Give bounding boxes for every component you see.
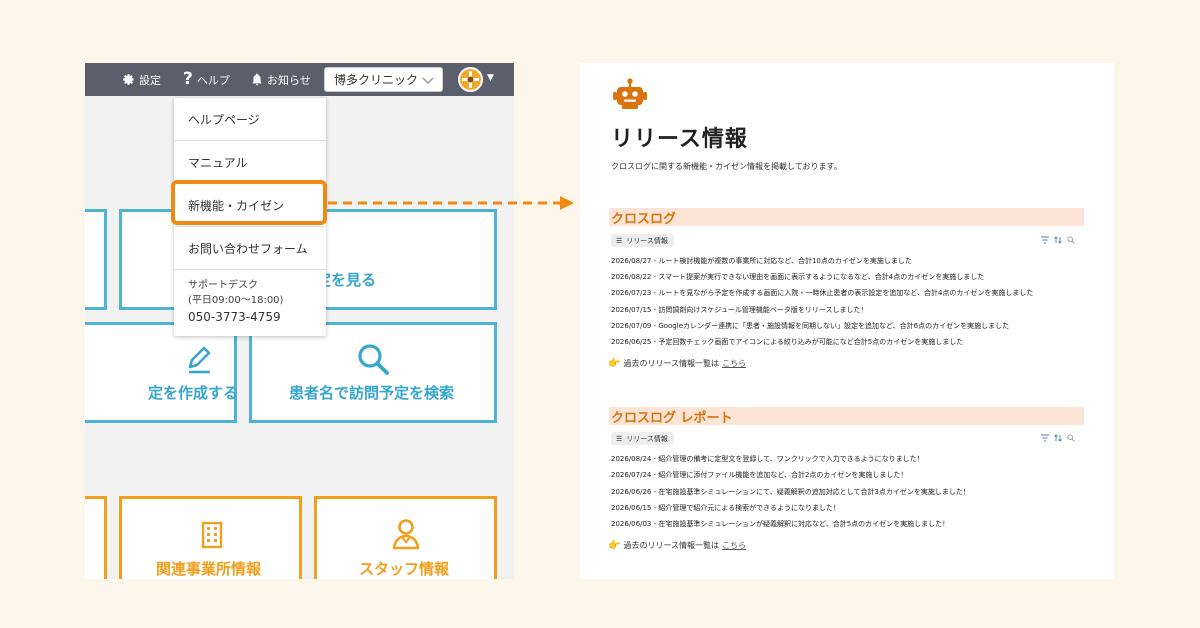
release-item[interactable]: 2026/06/03 - 在宅施設基準シミュレーションが疑義解釈に対応など、合計… — [611, 519, 949, 529]
release-notes-page: リリース情報 クロスログに関する新機能・カイゼン情報を掲載しております。 クロス… — [580, 63, 1114, 579]
app-screenshot-panel: 設定 ? ヘルプ お知らせ 博多クリニック ▼ 定を見る 定を作成する 患者名で… — [85, 63, 514, 579]
sort-icon[interactable] — [1054, 434, 1062, 442]
past-releases-text: 過去のリリース情報一覧は — [623, 359, 720, 368]
tile-facility-info-label: 関連事業所情報 — [156, 560, 262, 578]
menu-item-contact-form[interactable]: お問い合わせフォーム — [174, 227, 326, 269]
avatar-face-icon — [460, 69, 481, 90]
tile-create-schedule[interactable]: 定を作成する — [85, 322, 239, 423]
list-icon: ☰ — [616, 434, 623, 443]
release-item[interactable]: 2026/07/23 - ルートを見ながら予定を作成する画面に入院・一時休止患者… — [611, 288, 1033, 298]
menu-divider — [174, 269, 326, 270]
avatar[interactable] — [458, 67, 483, 92]
menu-item-help-page[interactable]: ヘルプページ — [174, 98, 326, 140]
view-tools — [1041, 434, 1075, 442]
person-icon — [392, 519, 420, 550]
pencil-icon — [188, 346, 211, 374]
view-tools — [1041, 236, 1075, 244]
tile-partial-left[interactable] — [85, 209, 107, 310]
support-desk-info: サポートデスク (平日09:00〜18:00) 050-3773-4759 — [188, 278, 283, 325]
notice-label: お知らせ — [267, 73, 311, 87]
page-description: クロスログに関する新機能・カイゼン情報を掲載しております。 — [611, 162, 842, 171]
view-tab-label: リリース情報 — [626, 236, 668, 245]
menu-item-manual[interactable]: マニュアル — [174, 141, 326, 183]
settings-button[interactable]: 設定 — [122, 63, 161, 96]
tile-staff-info-label: スタッフ情報 — [359, 560, 450, 578]
past-releases-link: 👉 過去のリリース情報一覧は こちら — [608, 358, 746, 369]
release-item[interactable]: 2026/08/22 - スマート提案が実行できない理由を画面に表示するようにな… — [611, 272, 984, 282]
past-releases-anchor[interactable]: こちら — [722, 540, 746, 551]
tile-search-patient[interactable]: 患者名で訪問予定を検索 — [249, 322, 497, 423]
highlight-box — [171, 180, 327, 225]
tile-search-patient-label: 患者名で訪問予定を検索 — [289, 384, 455, 402]
filter-icon[interactable] — [1041, 434, 1049, 442]
help-label: ヘルプ — [196, 73, 230, 87]
section-heading: クロスログ — [609, 208, 1084, 227]
top-navbar: 設定 ? ヘルプ お知らせ 博多クリニック ▼ — [85, 63, 514, 96]
chevron-down-icon — [422, 77, 434, 85]
gear-icon — [123, 74, 134, 85]
clinic-select-value: 博多クリニック — [334, 73, 419, 87]
view-tab[interactable]: ☰ リリース情報 — [611, 432, 674, 445]
list-icon: ☰ — [616, 236, 623, 245]
help-button[interactable]: ? ヘルプ — [183, 63, 230, 96]
release-item[interactable]: 2026/07/15 - 訪問調剤向けスケジュール管理機能ベータ版をリリースしま… — [611, 305, 867, 315]
building-icon — [201, 521, 223, 549]
settings-label: 設定 — [139, 73, 161, 87]
page-title: リリース情報 — [611, 127, 748, 152]
support-title: サポートデスク — [188, 280, 258, 291]
past-releases-link: 👉 過去のリリース情報一覧は こちら — [608, 540, 746, 551]
view-tab-label: リリース情報 — [626, 434, 668, 443]
tile-facility-info[interactable]: 関連事業所情報 — [119, 496, 302, 579]
past-releases-anchor[interactable]: こちら — [722, 358, 746, 369]
tile-create-schedule-label: 定を作成する — [148, 384, 239, 402]
tile-staff-info[interactable]: スタッフ情報 — [314, 496, 497, 579]
caret-down-icon[interactable]: ▼ — [487, 73, 494, 83]
clinic-select[interactable]: 博多クリニック — [324, 67, 443, 92]
release-item[interactable]: 2026/06/25 - 予定回数チェック画面でアイコンによる絞り込みが可能にな… — [611, 337, 963, 347]
view-tab[interactable]: ☰ リリース情報 — [611, 234, 674, 247]
section-heading: クロスログ レポート — [609, 407, 1084, 426]
release-item[interactable]: 2026/06/15 - 紹介管理で紹介元による検索ができるようになりました！ — [611, 503, 840, 513]
search-icon[interactable] — [1067, 236, 1075, 244]
filter-icon[interactable] — [1041, 236, 1049, 244]
support-hours: (平日09:00〜18:00) — [188, 295, 284, 306]
pointing-hand-icon: 👉 — [608, 358, 621, 369]
bell-icon — [252, 73, 262, 86]
dashed-arrow-icon — [328, 196, 574, 210]
sort-icon[interactable] — [1054, 236, 1062, 244]
tile-orange-partial-left[interactable] — [85, 496, 107, 579]
support-phone: 050-3773-4759 — [188, 310, 281, 324]
pointing-hand-icon: 👉 — [608, 540, 621, 551]
search-icon — [358, 344, 389, 375]
question-icon: ? — [183, 69, 193, 89]
release-item[interactable]: 2026/07/24 - 紹介管理に添付ファイル機能を追加など、合計2点のカイゼ… — [611, 470, 907, 480]
release-item[interactable]: 2026/06/26 - 在宅施設基準シミュレーションにて、疑義解釈の追加対応と… — [611, 487, 970, 497]
release-item[interactable]: 2026/08/24 - 紹介管理の備考に定型文を登録して、ワンクリックで入力で… — [611, 454, 924, 464]
search-icon[interactable] — [1067, 434, 1075, 442]
past-releases-text: 過去のリリース情報一覧は — [623, 541, 720, 550]
notice-button[interactable]: お知らせ — [251, 63, 311, 96]
release-item[interactable]: 2026/07/09 - Googleカレンダー連携に「患者・施設情報を同期しな… — [611, 321, 1009, 331]
robot-icon — [613, 78, 647, 109]
release-item[interactable]: 2026/08/27 - ルート検討機能が複数の事業所に対応など、合計10点のカ… — [611, 256, 912, 266]
